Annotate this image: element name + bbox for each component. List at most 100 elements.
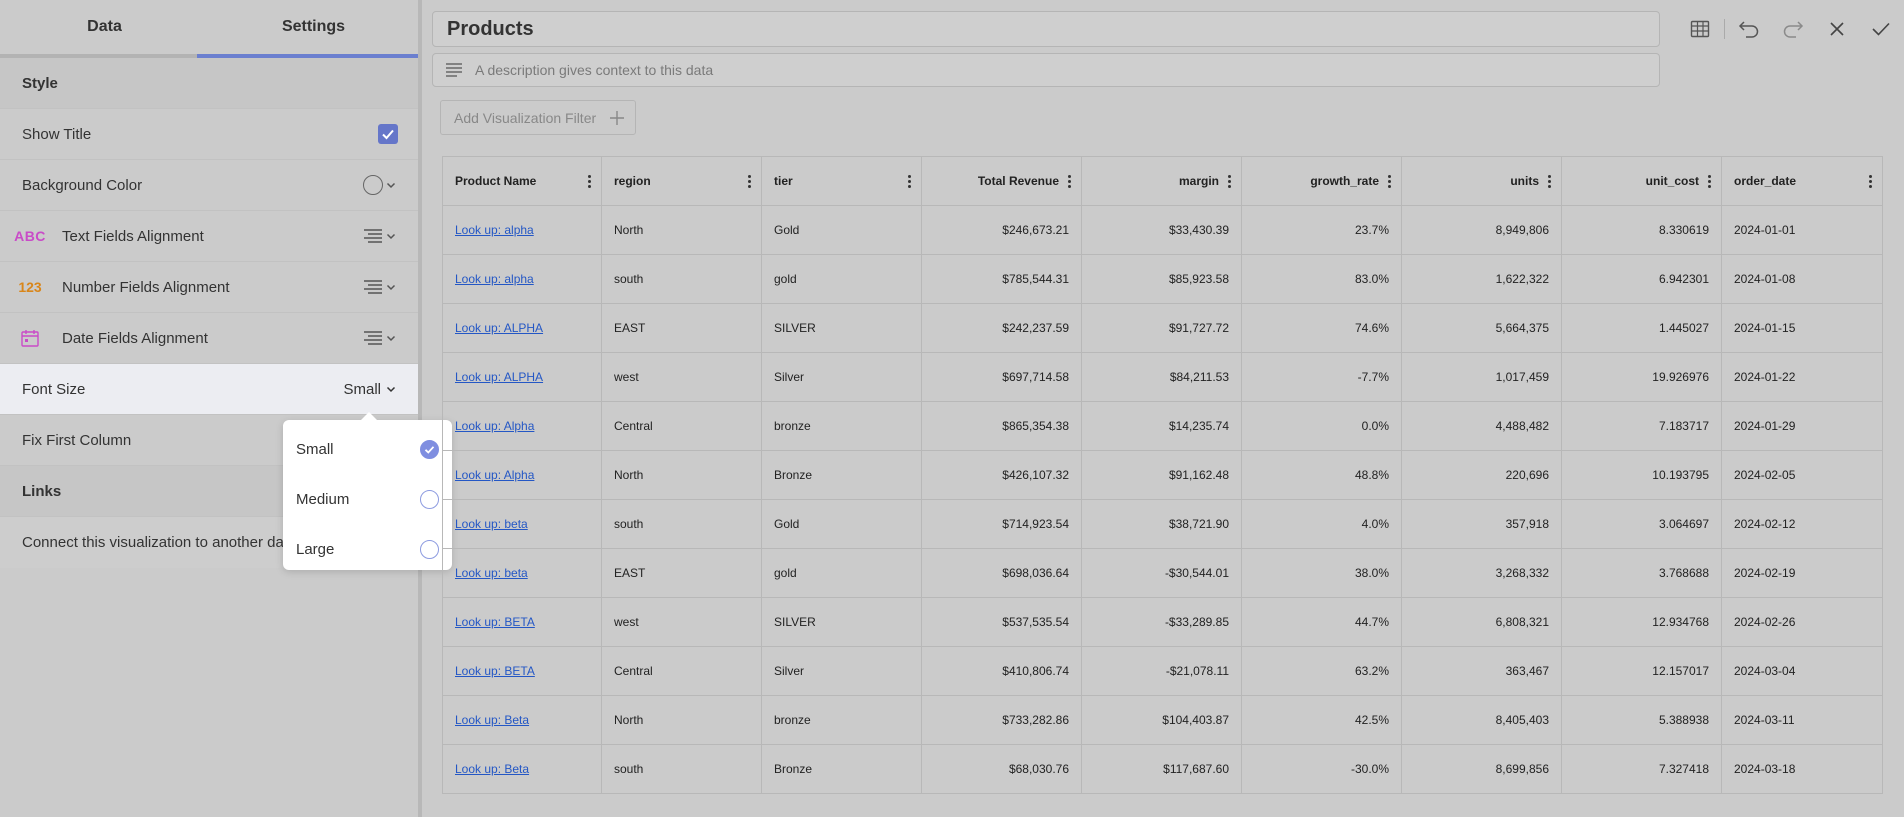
background-color-row[interactable]: Background Color	[0, 160, 418, 211]
table-row: Look up: BETA west SILVER $537,535.54 -$33,2…	[442, 598, 1883, 647]
table-cell: 23.7%	[1242, 206, 1402, 254]
font-size-picker[interactable]: Small	[343, 381, 396, 398]
background-color-picker[interactable]	[363, 175, 396, 195]
more-vert-icon[interactable]	[907, 174, 911, 188]
more-vert-icon[interactable]	[1387, 174, 1391, 188]
table-row: Look up: beta EAST gold $698,036.64 -$30,544…	[442, 549, 1883, 598]
tab-data[interactable]: Data	[0, 0, 209, 54]
more-vert-icon[interactable]	[1707, 174, 1711, 188]
show-title-row[interactable]: Show Title	[0, 109, 418, 160]
table-cell: $33,430.39	[1082, 206, 1242, 254]
table-cell: SILVER	[762, 598, 922, 646]
table-cell: 2024-02-05	[1722, 451, 1883, 499]
table-row: Look up: alpha North Gold $246,673.21 $33,43…	[442, 206, 1883, 255]
table-cell: 2024-02-12	[1722, 500, 1883, 548]
table-cell: $537,535.54	[922, 598, 1082, 646]
undo-button[interactable]	[1727, 14, 1771, 44]
column-header[interactable]: units	[1402, 157, 1562, 205]
chevron-down-icon	[386, 182, 396, 189]
lookup-link[interactable]: Look up: BETA	[455, 664, 535, 678]
table-cell: Look up: Beta	[442, 745, 602, 793]
table-cell: 0.0%	[1242, 402, 1402, 450]
toolbar-separator	[1724, 19, 1725, 39]
font-size-row[interactable]: Font Size Small	[0, 364, 418, 415]
table-view-button[interactable]	[1678, 14, 1722, 44]
lookup-link[interactable]: Look up: alpha	[455, 272, 534, 286]
description-input[interactable]: A description gives context to this data	[432, 53, 1660, 87]
table-cell: $714,923.54	[922, 500, 1082, 548]
table-cell: bronze	[762, 402, 922, 450]
lookup-link[interactable]: Look up: ALPHA	[455, 370, 543, 384]
table-cell: -7.7%	[1242, 353, 1402, 401]
column-header[interactable]: tier	[762, 157, 922, 205]
lookup-link[interactable]: Look up: Beta	[455, 762, 529, 776]
column-header[interactable]: Product Name	[442, 157, 602, 205]
page-title: Products	[447, 17, 534, 40]
column-header[interactable]: order_date	[1722, 157, 1883, 205]
table-cell: 2024-03-04	[1722, 647, 1883, 695]
table-cell: $410,806.74	[922, 647, 1082, 695]
table-cell: 48.8%	[1242, 451, 1402, 499]
more-vert-icon[interactable]	[1547, 174, 1551, 188]
table-cell: -$30,544.01	[1082, 549, 1242, 597]
more-vert-icon[interactable]	[1227, 174, 1231, 188]
align-icon	[364, 280, 382, 294]
text-alignment-picker[interactable]	[363, 228, 396, 244]
table-row: Look up: Alpha Central bronze $865,354.38 $1…	[442, 402, 1883, 451]
column-header[interactable]: growth_rate	[1242, 157, 1402, 205]
more-vert-icon[interactable]	[1868, 174, 1872, 188]
show-title-label: Show Title	[22, 125, 92, 143]
column-header[interactable]: region	[602, 157, 762, 205]
column-header[interactable]: unit_cost	[1562, 157, 1722, 205]
table-cell: North	[602, 451, 762, 499]
table-cell: 7.327418	[1562, 745, 1722, 793]
number-alignment-picker[interactable]	[363, 279, 396, 295]
number-fields-alignment-row[interactable]: 123 Number Fields Alignment	[0, 262, 418, 313]
table-row: Look up: Beta North bronze $733,282.86 $104,…	[442, 696, 1883, 745]
close-button[interactable]	[1815, 14, 1859, 44]
table-cell: -$21,078.11	[1082, 647, 1242, 695]
confirm-button[interactable]	[1859, 14, 1903, 44]
table-cell: west	[602, 353, 762, 401]
show-title-checkbox[interactable]	[378, 124, 398, 144]
table-cell: $242,237.59	[922, 304, 1082, 352]
table-cell: Bronze	[762, 451, 922, 499]
date-fields-alignment-row[interactable]: Date Fields Alignment	[0, 313, 418, 364]
description-placeholder: A description gives context to this data	[475, 62, 714, 78]
plus-icon	[608, 109, 626, 130]
lookup-link[interactable]: Look up: ALPHA	[455, 321, 543, 335]
table-cell: 12.157017	[1562, 647, 1722, 695]
lookup-link[interactable]: Look up: Alpha	[455, 468, 534, 482]
date-alignment-picker[interactable]	[363, 330, 396, 346]
table-cell: 6,808,321	[1402, 598, 1562, 646]
table-cell: 2024-03-18	[1722, 745, 1883, 793]
lookup-link[interactable]: Look up: beta	[455, 517, 528, 531]
table-cell: 4,488,482	[1402, 402, 1562, 450]
lookup-link[interactable]: Look up: alpha	[455, 223, 534, 237]
table-cell: 357,918	[1402, 500, 1562, 548]
section-style-label: Style	[22, 74, 58, 92]
table-cell: 19.926976	[1562, 353, 1722, 401]
title-input[interactable]: Products	[432, 11, 1660, 47]
more-vert-icon[interactable]	[587, 174, 591, 188]
lookup-link[interactable]: Look up: BETA	[455, 615, 535, 629]
chevron-down-icon	[386, 335, 396, 342]
tab-settings[interactable]: Settings	[209, 0, 418, 54]
lookup-link[interactable]: Look up: Alpha	[455, 419, 534, 433]
column-header[interactable]: margin	[1082, 157, 1242, 205]
text-fields-alignment-row[interactable]: ABC Text Fields Alignment	[0, 211, 418, 262]
redo-button[interactable]	[1771, 14, 1815, 44]
more-vert-icon[interactable]	[747, 174, 751, 188]
lookup-link[interactable]: Look up: Beta	[455, 713, 529, 727]
table-cell: $38,721.90	[1082, 500, 1242, 548]
color-swatch-icon	[363, 175, 383, 195]
table-cell: gold	[762, 255, 922, 303]
add-visualization-filter-button[interactable]: Add Visualization Filter	[440, 100, 636, 135]
more-vert-icon[interactable]	[1067, 174, 1071, 188]
lookup-link[interactable]: Look up: beta	[455, 566, 528, 580]
table-cell: $698,036.64	[922, 549, 1082, 597]
table-cell: Central	[602, 402, 762, 450]
table-cell: 4.0%	[1242, 500, 1402, 548]
table-cell: Look up: BETA	[442, 598, 602, 646]
column-header[interactable]: Total Revenue	[922, 157, 1082, 205]
